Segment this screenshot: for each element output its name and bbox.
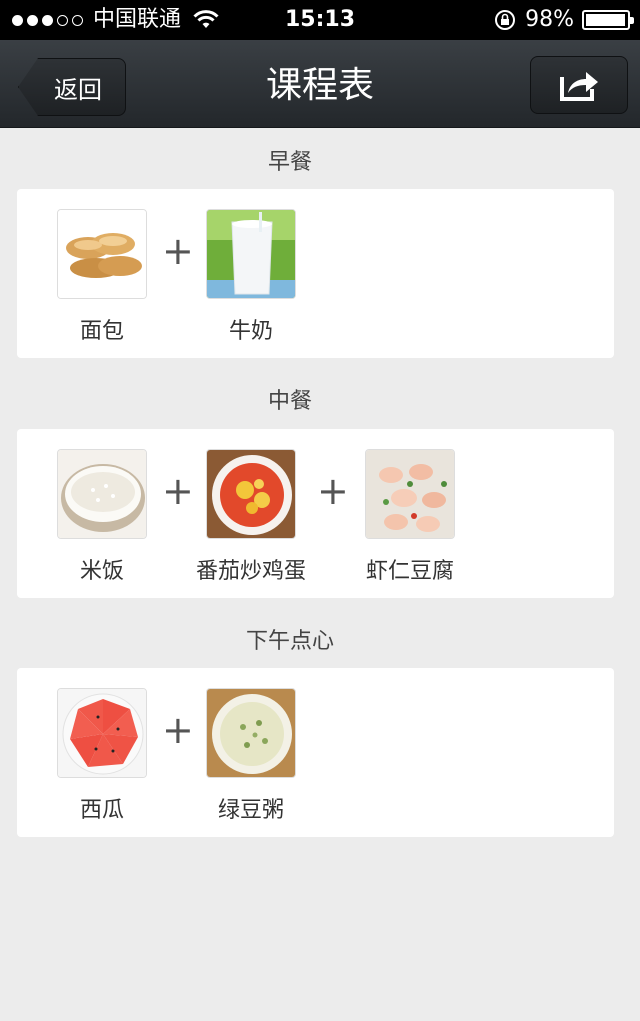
- tomato-egg-icon: [206, 449, 296, 539]
- meal-card-lunch: 米饭 + 番茄炒鸡蛋 + 虾仁豆腐: [17, 429, 614, 598]
- share-button[interactable]: [530, 56, 628, 114]
- meal-card-breakfast: 面包 + 牛奶: [17, 189, 614, 358]
- plus-icon: +: [317, 469, 349, 513]
- food-label: 面包: [79, 319, 124, 344]
- navigation-bar: 返回 课程表: [0, 40, 640, 128]
- battery-icon: [582, 10, 634, 30]
- bread-icon: [57, 209, 147, 299]
- food-label: 牛奶: [228, 319, 273, 344]
- section-title-breakfast: 早餐: [267, 150, 312, 175]
- food-item[interactable]: 西瓜: [57, 688, 147, 824]
- shrimp-tofu-icon: [365, 449, 455, 539]
- battery-percent: 98%: [525, 7, 574, 32]
- food-label: 西瓜: [79, 798, 124, 823]
- mungbean-porridge-icon: [206, 688, 296, 778]
- food-item[interactable]: 番茄炒鸡蛋: [196, 449, 306, 585]
- food-item[interactable]: 牛奶: [206, 209, 296, 345]
- food-item[interactable]: 面包: [57, 209, 147, 345]
- battery-level: [586, 14, 626, 26]
- food-item[interactable]: 虾仁豆腐: [365, 449, 455, 585]
- food-label: 虾仁豆腐: [365, 559, 454, 584]
- plus-icon: +: [162, 708, 194, 752]
- rice-icon: [57, 449, 147, 539]
- section-title-afternoon-snack: 下午点心: [245, 629, 334, 654]
- food-label: 绿豆粥: [217, 798, 284, 823]
- food-item[interactable]: 绿豆粥: [206, 688, 296, 824]
- status-bar: 中国联通 15:13 98%: [0, 0, 640, 40]
- watermelon-icon: [57, 688, 147, 778]
- section-title-lunch: 中餐: [267, 389, 312, 414]
- share-icon: [560, 72, 598, 101]
- plus-icon: +: [162, 469, 194, 513]
- rotation-lock-icon: [495, 10, 516, 30]
- plus-icon: +: [162, 229, 194, 273]
- food-label: 米饭: [79, 559, 124, 584]
- food-item[interactable]: 米饭: [57, 449, 147, 585]
- milk-icon: [206, 209, 296, 299]
- food-label: 番茄炒鸡蛋: [195, 559, 306, 584]
- meal-card-afternoon-snack: 西瓜 + 绿豆粥: [17, 668, 614, 837]
